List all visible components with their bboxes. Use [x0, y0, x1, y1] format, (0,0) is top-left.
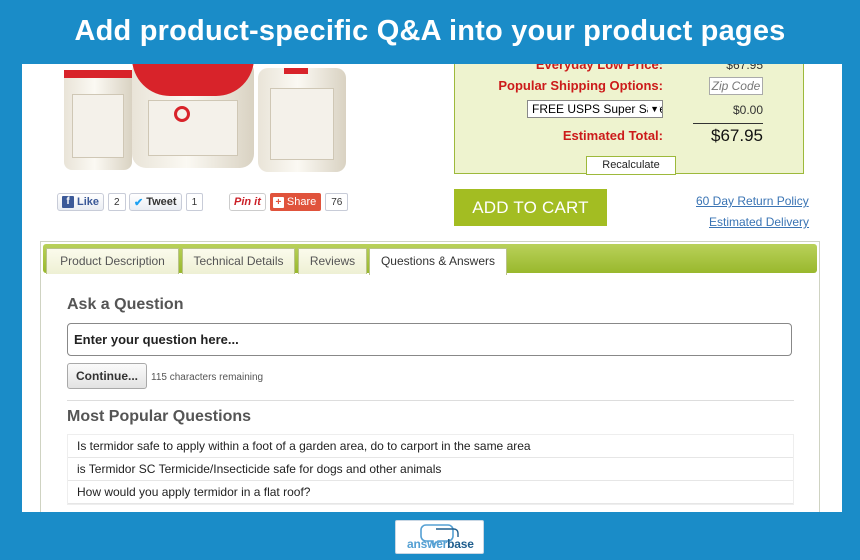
popular-questions-heading: Most Popular Questions: [67, 408, 252, 425]
zip-code-input[interactable]: Zip Code: [709, 77, 763, 95]
popular-questions-list: Is termidor safe to apply within a foot …: [67, 434, 794, 505]
like-count: 2: [108, 193, 126, 211]
shipping-select[interactable]: FREE USPS Super Saver ▼: [527, 100, 663, 118]
tweet-button[interactable]: ✔ Tweet: [129, 193, 182, 211]
estimated-total-label: Estimated Total:: [562, 128, 663, 143]
share-count: 76: [325, 193, 349, 211]
question-item[interactable]: How would you apply termidor in a flat r…: [68, 481, 793, 504]
tab-reviews[interactable]: Reviews: [298, 248, 367, 274]
dropdown-arrow-icon: ▼: [648, 101, 659, 117]
total-divider: [693, 123, 763, 124]
ask-question-heading: Ask a Question: [67, 296, 184, 313]
return-policy-link[interactable]: 60 Day Return Policy: [696, 194, 809, 208]
pinterest-share[interactable]: Pin it + Share 76: [229, 192, 349, 212]
answerbase-logo-icon: answerbase: [395, 520, 484, 554]
shipping-options-label: Popular Shipping Options:: [498, 78, 663, 93]
everyday-price-label: Everyday Low Price:: [535, 64, 663, 72]
shipping-option-text: FREE USPS Super Saver: [532, 102, 663, 116]
characters-remaining: 115 characters remaining: [151, 372, 264, 383]
question-item[interactable]: Is termidor safe to apply within a foot …: [68, 435, 793, 458]
continue-button[interactable]: Continue...: [67, 363, 147, 389]
twitter-tweet[interactable]: ✔ Tweet 1: [129, 192, 204, 212]
like-button[interactable]: f Like: [57, 193, 105, 211]
twitter-icon: ✔: [134, 196, 144, 209]
tweet-count: 1: [185, 193, 204, 211]
question-input[interactable]: Enter your question here...: [67, 323, 792, 356]
tab-questions-answers[interactable]: Questions & Answers: [369, 248, 507, 275]
section-divider: [67, 400, 794, 401]
add-to-cart-button[interactable]: ADD TO CART: [454, 189, 607, 226]
estimated-delivery-link[interactable]: Estimated Delivery: [709, 215, 809, 229]
facebook-like[interactable]: f Like 2: [57, 192, 126, 212]
shipping-cost: $0.00: [732, 103, 763, 117]
banner-title: Add product-specific Q&A into your produ…: [74, 14, 786, 47]
estimated-total-value: $67.95: [711, 126, 763, 145]
recalculate-button[interactable]: Recalculate: [586, 156, 676, 175]
question-item[interactable]: is Termidor SC Termicide/Insecticide saf…: [68, 458, 793, 481]
tab-technical-details[interactable]: Technical Details: [182, 248, 295, 274]
facebook-icon: f: [62, 196, 74, 208]
share-button[interactable]: + Share: [269, 193, 322, 211]
product-tabs-box: Product Description Technical Details Re…: [40, 241, 820, 512]
everyday-price-value: $67.95: [726, 64, 763, 72]
tab-product-description[interactable]: Product Description: [46, 248, 179, 274]
share-plus-icon: +: [272, 196, 284, 208]
product-image: [62, 64, 362, 172]
pinterest-icon[interactable]: Pin it: [229, 193, 266, 211]
promo-banner: Add product-specific Q&A into your produ…: [0, 0, 860, 62]
product-page-panel: Everyday Low Price: $67.95 Popular Shipp…: [22, 64, 842, 512]
tab-bar: Product Description Technical Details Re…: [43, 244, 817, 275]
price-box: Everyday Low Price: $67.95 Popular Shipp…: [454, 64, 804, 175]
logo-text: answerbase: [407, 537, 474, 551]
